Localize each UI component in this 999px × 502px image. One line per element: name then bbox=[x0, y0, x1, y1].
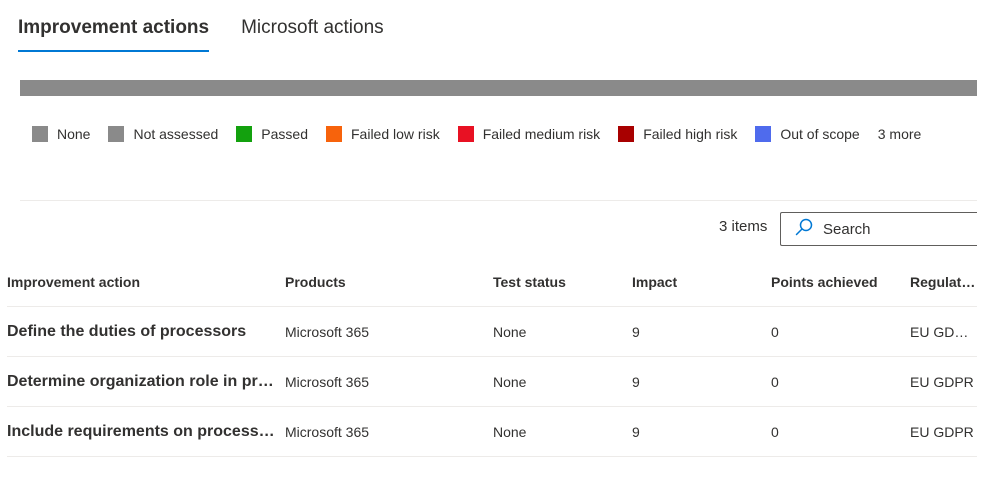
tab-microsoft-actions[interactable]: Microsoft actions bbox=[241, 14, 384, 52]
legend-label: Not assessed bbox=[133, 126, 219, 142]
search-input[interactable] bbox=[821, 219, 965, 239]
cell-improvement-action[interactable]: Include requirements on processin... bbox=[7, 423, 285, 441]
table-row[interactable]: Determine organization role in pro... Mi… bbox=[7, 357, 977, 407]
column-header-regulation[interactable]: Regulation bbox=[910, 274, 977, 290]
column-header-improvement-action[interactable]: Improvement action bbox=[7, 274, 285, 290]
cell-test-status: None bbox=[493, 423, 527, 440]
legend-item-failed-low-risk: Failed low risk bbox=[326, 126, 440, 142]
cell-points-achieved: 0 bbox=[771, 323, 779, 340]
legend-item-passed: Passed bbox=[236, 126, 308, 142]
cell-test-status: None bbox=[493, 323, 527, 340]
search-box[interactable] bbox=[780, 212, 977, 246]
legend-swatch bbox=[755, 126, 772, 142]
legend-swatch bbox=[618, 126, 635, 142]
column-header-impact[interactable]: Impact bbox=[632, 274, 771, 290]
cell-improvement-action[interactable]: Define the duties of processors bbox=[7, 323, 285, 341]
tab-improvement-actions[interactable]: Improvement actions bbox=[18, 14, 210, 52]
legend-swatch bbox=[326, 126, 342, 142]
status-legend: None Not assessed Passed Failed low risk… bbox=[32, 126, 921, 142]
cell-impact: 9 bbox=[632, 323, 640, 340]
legend-label: Failed high risk bbox=[643, 126, 738, 142]
legend-label: Failed low risk bbox=[351, 126, 440, 142]
legend-swatch bbox=[236, 126, 253, 142]
compliance-page: Improvement actions Microsoft actions No… bbox=[0, 0, 999, 502]
table-header-row: Improvement action Products Test status … bbox=[7, 258, 977, 307]
section-divider bbox=[20, 200, 977, 201]
cell-regulation: EU GDPRDa bbox=[910, 323, 977, 340]
legend-swatch bbox=[108, 126, 125, 142]
table-row[interactable]: Define the duties of processors Microsof… bbox=[7, 307, 977, 357]
cell-points-achieved: 0 bbox=[771, 373, 779, 390]
cell-test-status: None bbox=[493, 373, 527, 390]
cell-impact: 9 bbox=[632, 423, 640, 440]
cell-regulation: EU GDPR bbox=[910, 373, 974, 390]
column-header-test-status[interactable]: Test status bbox=[493, 274, 632, 290]
cell-products: Microsoft 365 bbox=[285, 323, 370, 340]
search-icon bbox=[795, 218, 813, 241]
legend-item-not-assessed: Not assessed bbox=[108, 126, 218, 142]
legend-more-link[interactable]: 3 more bbox=[878, 126, 922, 142]
cell-impact: 9 bbox=[632, 373, 640, 390]
tab-bar: Improvement actions Microsoft actions bbox=[18, 14, 384, 52]
legend-item-failed-medium-risk: Failed medium risk bbox=[457, 126, 601, 142]
legend-label: Passed bbox=[261, 126, 308, 142]
column-header-points-achieved[interactable]: Points achieved bbox=[771, 274, 910, 290]
legend-item-out-of-scope: Out of scope bbox=[755, 126, 860, 142]
cell-points-achieved: 0 bbox=[771, 423, 779, 440]
cell-products: Microsoft 365 bbox=[285, 423, 370, 440]
test-status-progress-bar bbox=[20, 80, 977, 96]
cell-regulation: EU GDPR bbox=[910, 423, 974, 440]
legend-swatch bbox=[32, 126, 48, 142]
legend-label: None bbox=[57, 126, 91, 142]
cell-improvement-action[interactable]: Determine organization role in pro... bbox=[7, 373, 285, 391]
legend-item-none: None bbox=[32, 126, 90, 142]
table-row[interactable]: Include requirements on processin... Mic… bbox=[7, 407, 977, 457]
legend-label: Failed medium risk bbox=[482, 126, 601, 142]
legend-label: Out of scope bbox=[780, 126, 860, 142]
improvement-actions-table: Improvement action Products Test status … bbox=[7, 258, 977, 457]
legend-swatch bbox=[457, 126, 474, 142]
legend-item-failed-high-risk: Failed high risk bbox=[618, 126, 737, 142]
column-header-products[interactable]: Products bbox=[285, 274, 493, 290]
items-count: 3 items bbox=[719, 218, 768, 235]
cell-products: Microsoft 365 bbox=[285, 373, 370, 390]
